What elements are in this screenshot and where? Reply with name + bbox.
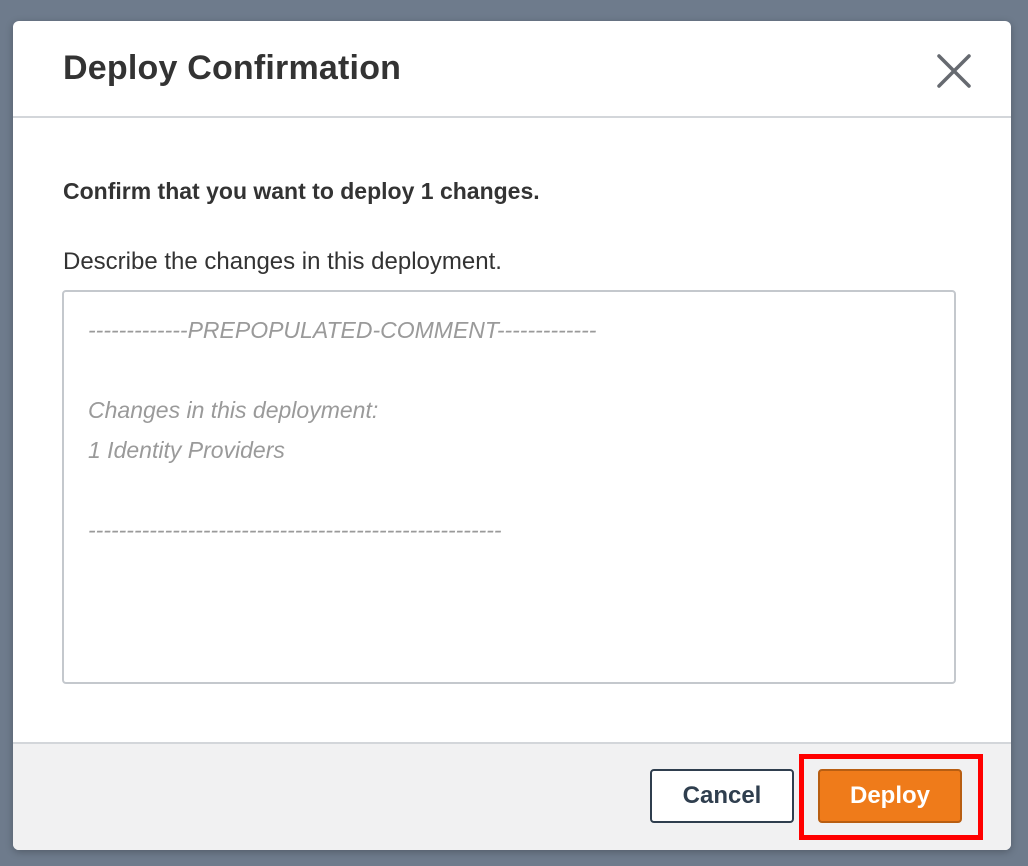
deploy-button[interactable]: Deploy — [818, 769, 962, 823]
close-button[interactable] — [931, 48, 977, 94]
deploy-confirmation-dialog: Deploy Confirmation Confirm that you wan… — [13, 21, 1011, 850]
close-icon — [937, 54, 971, 88]
cancel-button[interactable]: Cancel — [650, 769, 794, 823]
deployment-comment-textarea[interactable]: -------------PREPOPULATED-COMMENT-------… — [62, 290, 956, 684]
dialog-body: Confirm that you want to deploy 1 change… — [13, 118, 1011, 742]
confirm-message: Confirm that you want to deploy 1 change… — [63, 178, 540, 204]
dialog-header: Deploy Confirmation — [13, 21, 1011, 118]
dialog-title: Deploy Confirmation — [63, 49, 402, 87]
comment-text: -------------PREPOPULATED-COMMENT-------… — [88, 317, 597, 543]
dialog-footer: Cancel Deploy — [13, 742, 1011, 850]
description-label: Describe the changes in this deployment. — [63, 248, 502, 275]
